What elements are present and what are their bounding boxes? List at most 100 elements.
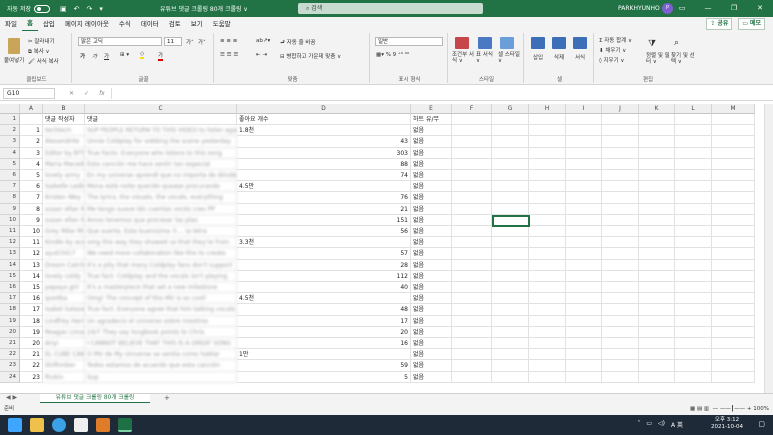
table-cell[interactable]: 48 [237,304,411,316]
table-cell[interactable]: True fact: Everyone agree that him talki… [85,304,237,316]
table-cell[interactable] [712,349,755,361]
table-cell[interactable] [639,192,675,204]
table-cell[interactable] [492,338,529,350]
table-cell[interactable]: Isabel Salazar [43,304,85,316]
table-cell[interactable] [492,192,529,204]
column-header[interactable]: H [529,104,566,114]
column-header[interactable]: K [639,104,675,114]
java-icon[interactable] [96,418,110,432]
customize-icon[interactable]: ▾ [99,5,103,13]
table-cell[interactable] [675,338,712,350]
column-header[interactable]: B [43,104,85,114]
table-cell[interactable] [602,192,639,204]
table-cell[interactable]: True Facts: Everyone who listens to this… [85,147,237,159]
table-cell[interactable]: 없음 [411,136,452,148]
table-cell[interactable]: 없음 [411,170,452,182]
copy-button[interactable]: ⧉ 복사 ∨ [28,47,50,56]
orientation-icon[interactable]: ab↗▾ [256,38,270,44]
table-cell[interactable] [639,259,675,271]
table-cell[interactable] [492,315,529,327]
table-cell[interactable] [492,136,529,148]
table-cell[interactable] [712,170,755,182]
bold-button[interactable]: 가 [80,52,85,60]
table-cell[interactable] [639,203,675,215]
table-cell[interactable] [675,237,712,249]
table-cell[interactable] [639,214,675,226]
formula-input[interactable] [110,87,773,99]
sort-filter-icon[interactable]: ⧩ [648,39,656,49]
table-cell[interactable]: Amos tenemos que procesar las plas [85,214,237,226]
table-cell[interactable]: 40 [237,282,411,294]
table-cell[interactable]: omg this way they showed us that they're… [85,237,237,249]
table-cell[interactable]: 3.3천 [237,237,411,249]
table-cell[interactable] [529,338,566,350]
table-cell[interactable] [602,125,639,137]
column-header[interactable]: G [492,104,529,114]
table-cell[interactable] [452,304,492,316]
table-cell[interactable]: 10 [20,226,43,238]
table-cell[interactable] [452,315,492,327]
table-cell[interactable] [492,114,529,126]
table-cell[interactable] [566,181,602,193]
table-cell[interactable] [529,147,566,159]
table-cell[interactable]: 2 [20,136,43,148]
table-cell[interactable] [675,158,712,170]
table-cell[interactable]: 없음 [411,371,452,383]
cut-button[interactable]: ✂ 잘라내기 [28,37,55,45]
row-header[interactable]: 6 [0,170,20,182]
maximize-icon[interactable]: ❐ [721,0,747,17]
table-cell[interactable] [452,237,492,249]
table-cell[interactable] [492,203,529,215]
table-cell[interactable] [529,125,566,137]
table-cell[interactable]: 43 [237,136,411,148]
table-cell[interactable] [492,248,529,260]
table-cell[interactable] [452,360,492,372]
table-cell[interactable] [452,214,492,226]
table-cell[interactable] [566,315,602,327]
column-header[interactable]: F [452,104,492,114]
insert-cells-button[interactable]: 삽입 [533,53,543,61]
table-cell[interactable]: 303 [237,147,411,159]
search-input[interactable]: ⌕ 검색 [298,3,483,14]
tab-formulas[interactable]: 수식 [114,17,136,31]
column-header[interactable]: I [566,104,602,114]
table-cell[interactable] [675,248,712,260]
table-cell[interactable] [712,360,755,372]
table-cell[interactable] [675,147,712,159]
table-cell[interactable] [602,248,639,260]
tray-arrow-icon[interactable]: ˄ [637,420,640,429]
table-cell[interactable] [566,259,602,271]
row-header[interactable]: 22 [0,349,20,361]
table-cell[interactable]: Que suerte, Esta buenisima ©... la letra [85,226,237,238]
table-cell[interactable]: 20 [237,326,411,338]
delete-cells-button[interactable]: 삭제 [554,53,564,61]
table-cell[interactable] [675,360,712,372]
table-cell[interactable]: lovely coldy [43,270,85,282]
merge-center-button[interactable]: ⊟ 병합하고 가운데 맞춤 ∨ [280,52,341,60]
row-header[interactable]: 19 [0,315,20,327]
table-cell[interactable] [492,304,529,316]
comments-button[interactable]: ▭ 메모 [738,18,765,30]
vertical-scrollbar[interactable] [764,104,773,393]
table-cell[interactable]: Isabelle Ledlow [43,181,85,193]
table-cell[interactable] [452,203,492,215]
table-cell[interactable] [452,114,492,126]
column-header[interactable]: D [237,104,411,114]
table-cell[interactable] [602,203,639,215]
table-cell[interactable]: 76 [237,192,411,204]
table-cell[interactable]: 74 [237,170,411,182]
table-cell[interactable] [712,270,755,282]
table-cell[interactable] [529,192,566,204]
table-cell[interactable] [712,214,755,226]
row-header[interactable]: 15 [0,270,20,282]
font-size-select[interactable]: 11 [164,37,182,46]
row-header[interactable]: 10 [0,214,20,226]
font-name-select[interactable]: 맑은 고딕 [78,37,162,46]
table-cell[interactable]: The lyrics, the visuals, the vocals, eve… [85,192,237,204]
table-cell[interactable] [639,114,675,126]
table-cell[interactable]: En my universe aprendí que no importa de… [85,170,237,182]
user-name[interactable]: PARKHYUNHO [618,5,660,12]
fill-button[interactable]: ⬇ 채우기 ∨ [599,46,626,54]
table-cell[interactable] [529,203,566,215]
row-header[interactable]: 14 [0,259,20,271]
